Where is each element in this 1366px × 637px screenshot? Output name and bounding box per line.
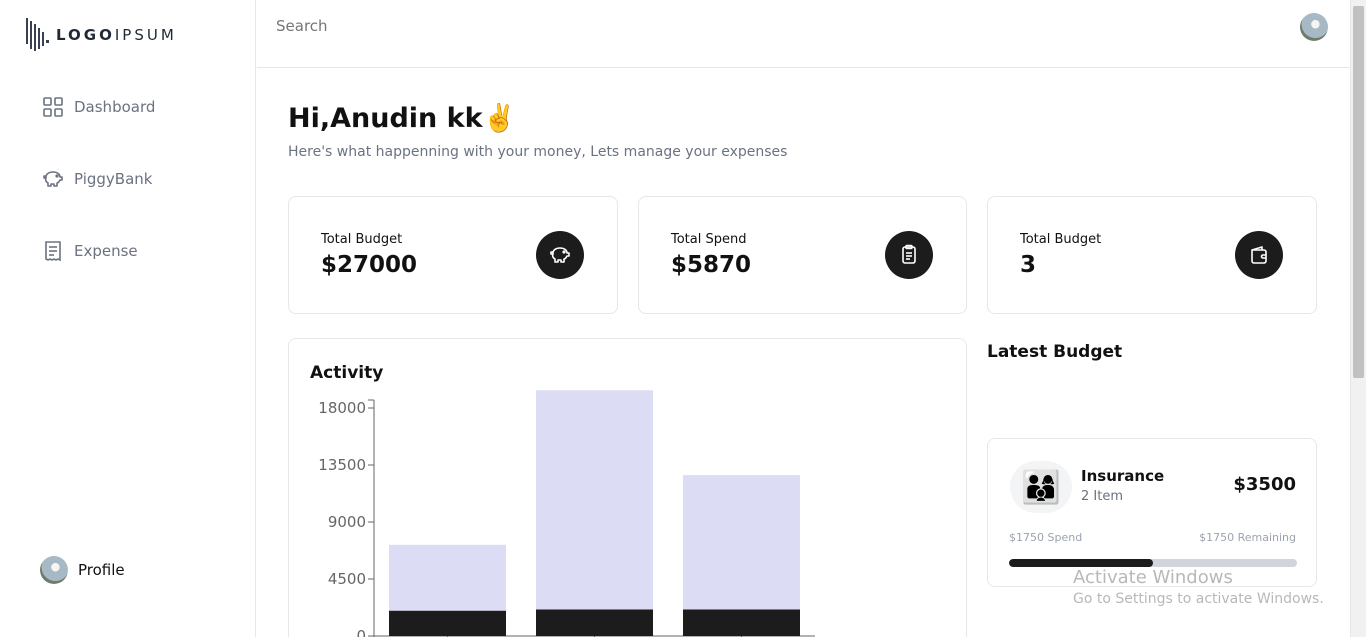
budget-card-insurance[interactable]: 👨‍👩‍👦 Insurance 2 Item $3500 $1750 Spend… xyxy=(987,438,1317,587)
scrollbar-thumb[interactable] xyxy=(1353,6,1364,378)
sidebar-item-label: Expense xyxy=(74,242,138,260)
card-label: Total Budget xyxy=(1020,232,1102,247)
family-emoji-icon: 👨‍👩‍👦 xyxy=(1010,461,1072,513)
budget-spend: $1750 Spend xyxy=(1009,531,1083,544)
logo-mark-icon xyxy=(26,18,49,51)
chart-bar-segment xyxy=(389,544,506,611)
card-label: Total Spend xyxy=(671,232,747,247)
summary-card-total-budget: Total Budget $27000 xyxy=(288,196,618,314)
profile-label: Profile xyxy=(78,561,125,579)
page-title: Hi,Anudin kk✌️ xyxy=(288,103,517,134)
chart-bar-segment xyxy=(536,609,653,636)
sidebar-item-piggybank[interactable]: PiggyBank xyxy=(42,168,152,190)
budget-remaining: $1750 Remaining xyxy=(1199,531,1296,544)
y-tick-label: 0 xyxy=(356,627,366,637)
user-avatar[interactable] xyxy=(1300,13,1328,41)
latest-budget-title: Latest Budget xyxy=(987,342,1123,362)
sidebar-item-profile[interactable]: Profile xyxy=(40,556,125,584)
activate-windows-title: Activate Windows xyxy=(1073,567,1233,588)
wallet-icon xyxy=(1251,246,1267,264)
card-value: $27000 xyxy=(321,252,418,278)
budget-amount: $3500 xyxy=(1233,474,1296,495)
logo[interactable]: LOGOIPSUM xyxy=(26,18,177,51)
activity-bar-chart: 0 4500 9000 13500 18000 xyxy=(318,390,815,637)
sidebar-item-expense[interactable]: Expense xyxy=(42,240,138,262)
avatar xyxy=(40,556,68,584)
sidebar-item-dashboard[interactable]: Dashboard xyxy=(42,96,155,118)
y-tick-label: 4500 xyxy=(328,570,366,588)
receipt-icon xyxy=(902,244,916,264)
chart-bar-segment xyxy=(683,609,800,636)
logo-text: LOGOIPSUM xyxy=(56,25,177,44)
piggy-bank-icon xyxy=(43,171,63,187)
card-icon-badge xyxy=(1235,231,1283,279)
piggy-bank-icon xyxy=(550,247,570,263)
search-input[interactable] xyxy=(276,17,476,35)
summary-card-budget-count: Total Budget 3 xyxy=(987,196,1317,314)
card-label: Total Budget xyxy=(321,232,403,247)
sidebar-item-label: Dashboard xyxy=(74,98,156,116)
activity-panel: Activity 0 4500 9000 13500 18000 xyxy=(288,338,967,637)
budget-name: Insurance xyxy=(1081,467,1165,485)
receipt-icon xyxy=(45,241,61,262)
activate-windows-hint: Go to Settings to activate Windows. xyxy=(1073,591,1324,607)
y-tick-label: 18000 xyxy=(318,399,366,417)
summary-card-total-spend: Total Spend $5870 xyxy=(638,196,967,314)
sidebar-item-label: PiggyBank xyxy=(74,170,153,188)
chart-bar-segment xyxy=(389,610,506,636)
grid-icon xyxy=(43,97,63,117)
chart-bar-segment xyxy=(536,390,653,610)
card-value: 3 xyxy=(1020,252,1037,278)
chart-bar-segment xyxy=(683,475,800,610)
sidebar: LOGOIPSUM Dashboard PiggyBank Expense Pr… xyxy=(0,0,256,637)
card-value: $5870 xyxy=(671,252,752,278)
budget-progress-fill xyxy=(1009,559,1153,567)
top-header xyxy=(257,0,1350,68)
y-tick-label: 9000 xyxy=(328,513,366,531)
page-subtitle: Here's what happenning with your money, … xyxy=(288,144,788,160)
card-icon-badge xyxy=(536,231,584,279)
budget-progress-bar xyxy=(1009,559,1297,567)
page-scrollbar[interactable] xyxy=(1350,0,1366,637)
card-icon-badge xyxy=(885,231,933,279)
budget-item-count: 2 Item xyxy=(1081,489,1123,504)
y-tick-label: 13500 xyxy=(318,456,366,474)
